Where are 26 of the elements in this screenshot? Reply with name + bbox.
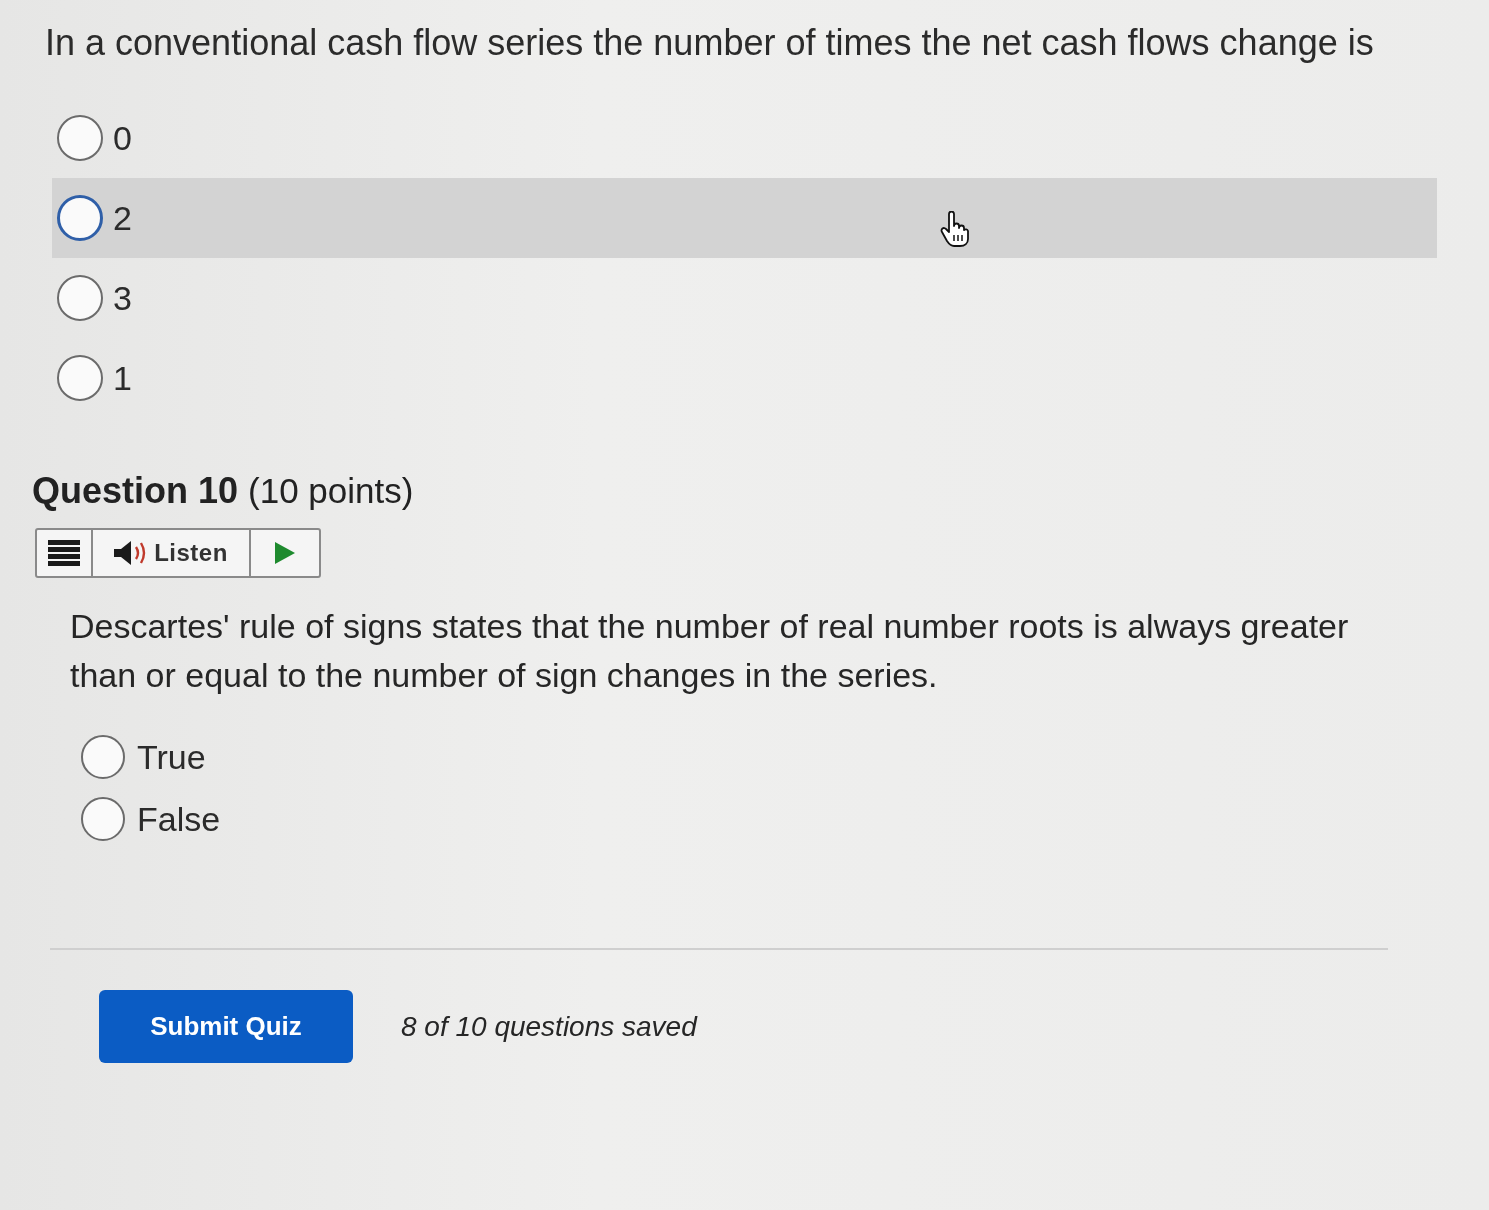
- option-label[interactable]: 2: [113, 198, 132, 238]
- answer-option-row[interactable]: 3: [52, 258, 1437, 338]
- question-text: In a conventional cash flow series the number of times the net cash flows change is: [45, 21, 1375, 65]
- save-status-text: 8 of 10 questions saved: [401, 1010, 697, 1043]
- pointer-cursor-icon: [940, 211, 970, 247]
- option-label[interactable]: True: [137, 737, 206, 777]
- points-label: (10 points): [248, 470, 414, 512]
- answer-option-row[interactable]: 0: [52, 98, 1437, 178]
- answer-option-row[interactable]: 1: [52, 338, 1437, 418]
- radio-button[interactable]: [57, 275, 103, 321]
- radio-button[interactable]: [81, 797, 125, 841]
- option-label[interactable]: False: [137, 799, 221, 839]
- answer-option-row[interactable]: 2: [52, 178, 1437, 258]
- question-number: Question 10: [32, 469, 239, 513]
- radio-button[interactable]: [57, 355, 103, 401]
- radio-button[interactable]: [57, 115, 103, 161]
- radio-button[interactable]: [81, 735, 125, 779]
- listen-button[interactable]: Listen: [93, 530, 251, 576]
- question-text: Descartes' rule of signs states that the number of real number roots is always greater than or equal to the number of sign changes in the series.: [70, 606, 1350, 696]
- play-icon: [275, 542, 295, 564]
- submit-quiz-button[interactable]: Submit Quiz: [99, 990, 353, 1063]
- option-label[interactable]: 3: [113, 278, 132, 318]
- radio-button[interactable]: [57, 195, 103, 241]
- option-label[interactable]: 1: [113, 358, 132, 398]
- menu-icon: [48, 540, 80, 566]
- option-label[interactable]: 0: [113, 118, 132, 158]
